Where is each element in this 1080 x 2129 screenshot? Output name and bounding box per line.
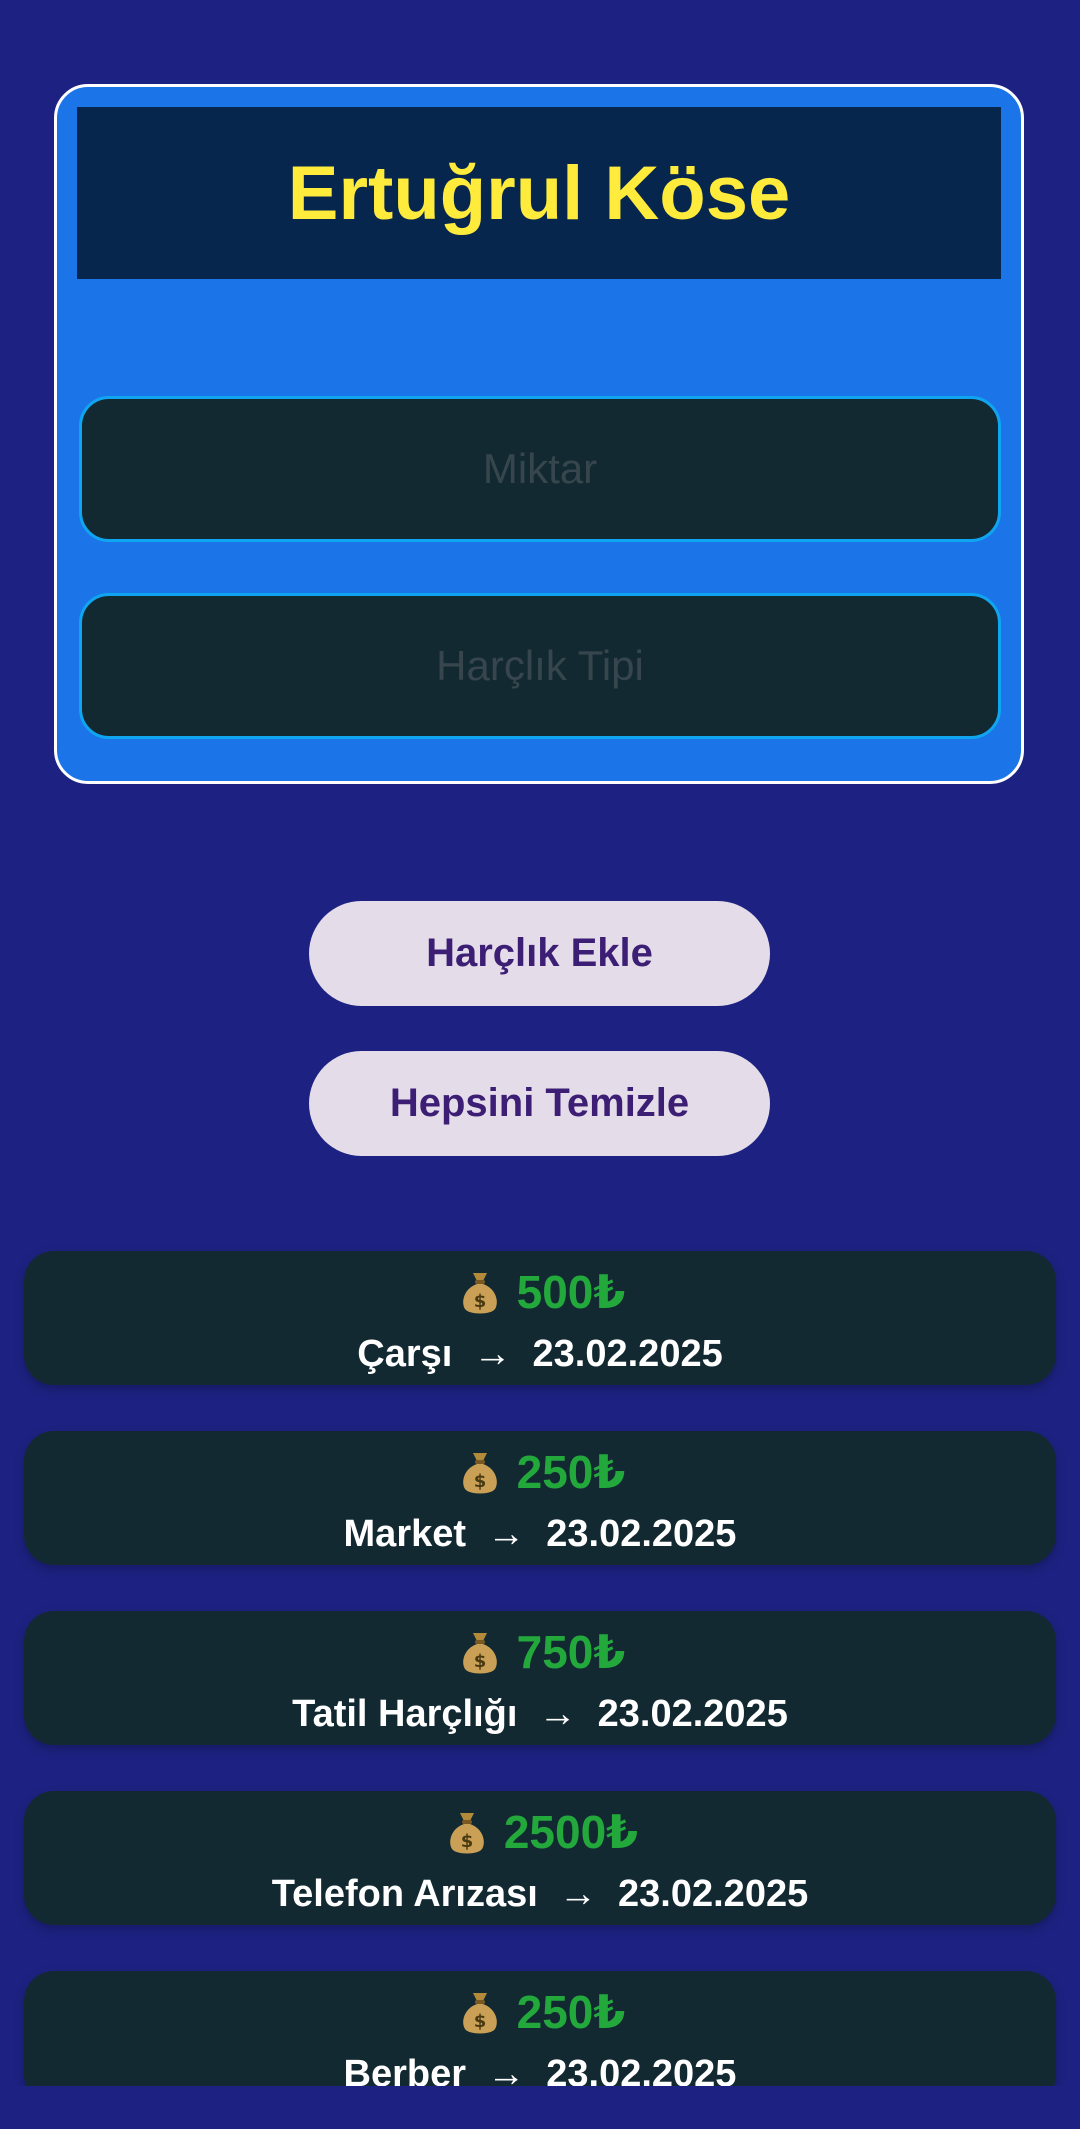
user-name-title: Ertuğrul Köse	[287, 150, 791, 236]
entry-amount-row: $ 500₺	[24, 1261, 1056, 1323]
money-bag-icon: $	[455, 1627, 505, 1677]
list-item[interactable]: $ 500₺ Çarşı → 23.02.2025	[24, 1251, 1056, 1385]
svg-text:$: $	[473, 1471, 486, 1492]
svg-text:$: $	[461, 1831, 474, 1852]
list-item[interactable]: $ 250₺ Berber → 23.02.2025	[24, 1971, 1056, 2086]
entry-amount: 750₺	[516, 1626, 626, 1678]
svg-text:$: $	[473, 1291, 486, 1312]
list-item[interactable]: $ 250₺ Market → 23.02.2025	[24, 1431, 1056, 1565]
money-bag-icon: $	[455, 1267, 505, 1317]
money-bag-icon: $	[455, 1447, 505, 1497]
entry-description: Telefon Arızası → 23.02.2025	[271, 1873, 809, 1915]
amount-input[interactable]	[82, 398, 998, 540]
entry-amount: 250₺	[516, 1446, 626, 1498]
entry-amount: 2500₺	[503, 1806, 639, 1858]
allowance-type-input[interactable]	[82, 595, 998, 737]
list-item[interactable]: $ 2500₺ Telefon Arızası → 23.02.2025	[24, 1791, 1056, 1925]
entry-amount-row: $ 750₺	[24, 1621, 1056, 1683]
scroll-viewport[interactable]: Ertuğrul Köse Harçlık Ekle Hepsini Temiz…	[0, 0, 1080, 2086]
allowance-form-card: Ertuğrul Köse	[54, 84, 1024, 784]
entry-amount-row: $ 2500₺	[24, 1801, 1056, 1863]
entry-amount-row: $ 250₺	[24, 1981, 1056, 2043]
amount-field[interactable]	[79, 396, 1001, 542]
entry-description: Çarşı → 23.02.2025	[357, 1333, 723, 1375]
entry-amount: 500₺	[516, 1266, 626, 1318]
entry-amount-row: $ 250₺	[24, 1441, 1056, 1503]
svg-text:$: $	[473, 2011, 486, 2032]
entry-description: Berber → 23.02.2025	[343, 2053, 737, 2086]
title-bar: Ertuğrul Köse	[77, 107, 1001, 279]
money-bag-icon: $	[442, 1807, 492, 1857]
clear-all-button[interactable]: Hepsini Temizle	[309, 1051, 770, 1156]
money-bag-icon: $	[455, 1987, 505, 2037]
entry-amount: 250₺	[516, 1986, 626, 2038]
list-item[interactable]: $ 750₺ Tatil Harçlığı → 23.02.2025	[24, 1611, 1056, 1745]
add-allowance-button[interactable]: Harçlık Ekle	[309, 901, 770, 1006]
entry-description: Market → 23.02.2025	[343, 1513, 737, 1555]
allowance-type-field[interactable]	[79, 593, 1001, 739]
entry-description: Tatil Harçlığı → 23.02.2025	[292, 1693, 788, 1735]
svg-text:$: $	[473, 1651, 486, 1672]
